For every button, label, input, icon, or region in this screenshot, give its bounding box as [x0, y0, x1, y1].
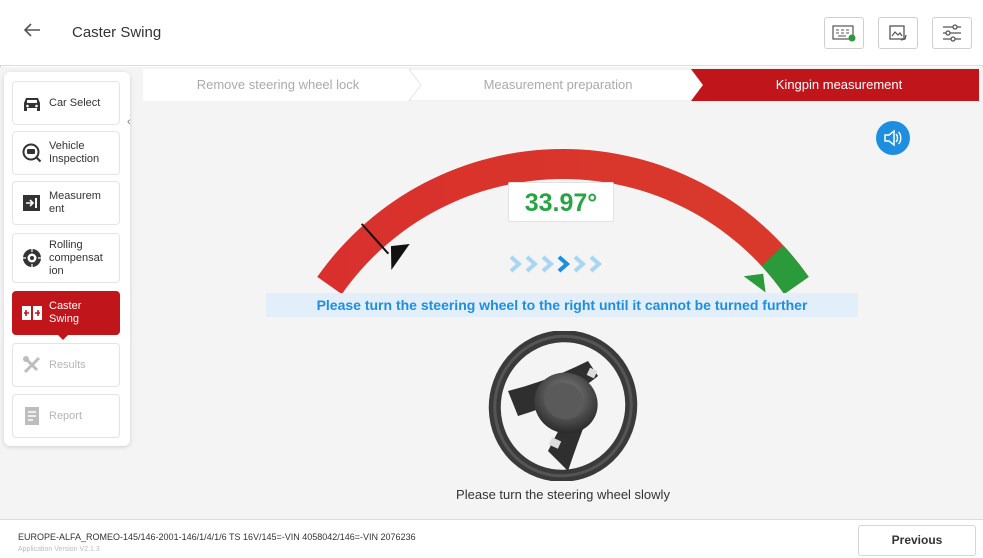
screenshot-icon: [889, 25, 907, 41]
car-icon: [21, 92, 43, 114]
screenshot-button[interactable]: [878, 17, 918, 49]
rolling-icon: [21, 247, 43, 269]
gauge-pointer-icon: [390, 244, 410, 271]
sidebar-item-label: Car Select: [49, 96, 101, 109]
inspection-icon: [21, 142, 43, 164]
speaker-icon: [884, 129, 902, 147]
angle-readout: 33.97°: [508, 182, 614, 222]
collapse-sidebar-icon[interactable]: ‹: [127, 116, 131, 128]
settings-button[interactable]: [932, 17, 972, 49]
sidebar-item-caster-swing[interactable]: Caster Swing: [12, 291, 120, 340]
steering-wheel-icon: [488, 331, 638, 481]
sidebar: Car Select Vehicle Inspection Measurem e…: [4, 72, 130, 446]
sidebar-item-label: Rolling compensat ion: [49, 238, 103, 277]
sidebar-item-vehicle-inspection[interactable]: Vehicle Inspection: [12, 131, 120, 175]
measurement-icon: [21, 192, 43, 214]
caster-swing-icon: [21, 302, 43, 324]
hint-text: Please turn the steering wheel slowly: [456, 487, 670, 502]
step-kingpin-measurement: Kingpin measurement: [775, 77, 903, 92]
page-title: Caster Swing: [72, 24, 162, 41]
sidebar-item-results[interactable]: Results: [12, 343, 120, 387]
speaker-button[interactable]: [876, 121, 910, 155]
gauge-target-flag-icon: [743, 273, 766, 293]
app-version: Application Version V2.1.3: [18, 546, 100, 553]
sidebar-item-label: Report: [49, 409, 83, 422]
sidebar-item-report[interactable]: Report: [12, 394, 120, 438]
sidebar-item-label: Results: [49, 358, 86, 371]
vci-status-button[interactable]: [824, 17, 864, 49]
sidebar-item-rolling-compensation[interactable]: Rolling compensat ion: [12, 233, 120, 283]
direction-chevrons-icon: [509, 255, 603, 273]
sidebar-item-label: Vehicle Inspection: [49, 140, 100, 165]
report-icon: [21, 405, 43, 427]
sidebar-item-car-select[interactable]: Car Select: [12, 81, 120, 125]
results-icon: [21, 354, 43, 376]
vehicle-info: EUROPE-ALFA_ROMEO-145/146-2001-146/1/4/1…: [18, 532, 416, 542]
vci-status-icon: [832, 25, 856, 42]
footer-bar: EUROPE-ALFA_ROMEO-145/146-2001-146/1/4/1…: [0, 519, 983, 558]
main-panel: Remove steering wheel lock Measurement p…: [143, 69, 979, 507]
top-bar: Caster Swing: [0, 0, 983, 66]
step-measurement-preparation: Measurement preparation: [483, 77, 633, 92]
instruction-banner: Please turn the steering wheel to the ri…: [266, 293, 858, 317]
sidebar-item-label: Caster Swing: [49, 300, 82, 325]
settings-sliders-icon: [943, 24, 961, 42]
step-remove-lock: Remove steering wheel lock: [196, 77, 360, 92]
sidebar-item-label: Measurem ent: [49, 190, 101, 215]
sidebar-item-measurement[interactable]: Measurem ent: [12, 181, 120, 225]
previous-button[interactable]: Previous: [858, 525, 976, 556]
back-arrow-icon[interactable]: [18, 18, 46, 46]
